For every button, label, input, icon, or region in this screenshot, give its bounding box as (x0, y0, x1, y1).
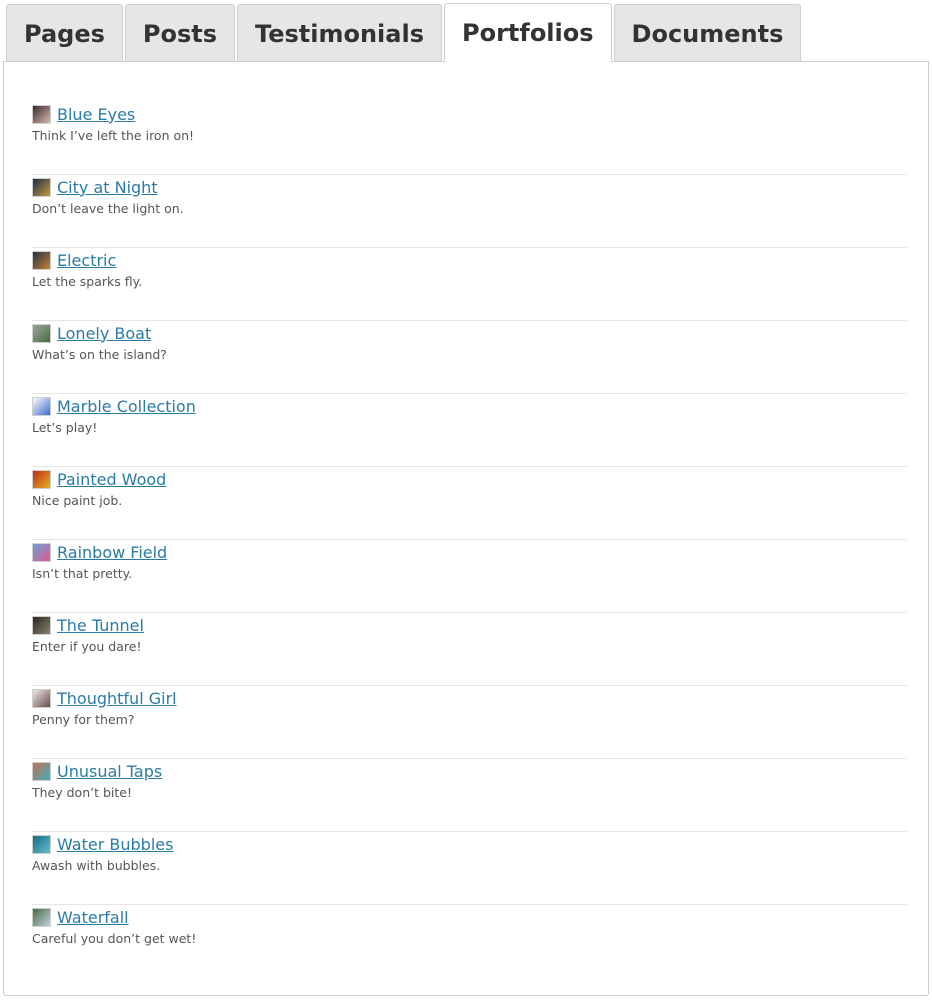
portfolio-description: Penny for them? (32, 712, 135, 727)
list-item-header: Rainbow Field (32, 541, 167, 563)
tab-panel-portfolios: Blue Eyes Think I’ve left the iron on! Cit… (3, 61, 929, 996)
waterfall-thumbnail[interactable] (32, 907, 51, 927)
list-item: Blue Eyes Think I’ve left the iron on! (32, 103, 907, 175)
list-item-header: The Tunnel (32, 614, 144, 636)
list-item: City at Night Don’t leave the light on. (32, 176, 907, 248)
portfolio-description: They don’t bite! (32, 785, 132, 800)
list-item-header: Marble Collection (32, 395, 196, 417)
tab-bar: Pages Posts Testimonials Portfolios Docu… (6, 3, 802, 62)
tab-pages[interactable]: Pages (6, 4, 123, 62)
portfolio-title-link[interactable]: Rainbow Field (57, 543, 167, 562)
list-item: Waterfall Careful you don’t get wet! (32, 906, 907, 978)
list-item: Marble Collection Let’s play! (32, 395, 907, 467)
portfolio-description: Awash with bubbles. (32, 858, 161, 873)
blue-eyes-thumbnail[interactable] (32, 104, 51, 124)
list-item: Painted Wood Nice paint job. (32, 468, 907, 540)
rainbow-field-thumbnail[interactable] (32, 542, 51, 562)
list-item: Rainbow Field Isn’t that pretty. (32, 541, 907, 613)
portfolio-title-link[interactable]: The Tunnel (57, 616, 144, 635)
water-bubbles-thumbnail[interactable] (32, 834, 51, 854)
list-item: The Tunnel Enter if you dare! (32, 614, 907, 686)
portfolio-description: Nice paint job. (32, 493, 123, 508)
list-item-header: Painted Wood (32, 468, 166, 490)
portfolio-title-link[interactable]: Lonely Boat (57, 324, 151, 343)
list-item-header: Blue Eyes (32, 103, 135, 125)
list-item: Electric Let the sparks fly. (32, 249, 907, 321)
tab-documents[interactable]: Documents (613, 4, 802, 62)
electric-thumbnail[interactable] (32, 250, 51, 270)
portfolio-title-link[interactable]: Unusual Taps (57, 762, 162, 781)
portfolio-title-link[interactable]: Thoughtful Girl (57, 689, 177, 708)
portfolio-description: Think I’ve left the iron on! (32, 128, 195, 143)
portfolio-description: Enter if you dare! (32, 639, 142, 654)
portfolio-description: Careful you don’t get wet! (32, 931, 197, 946)
list-item-header: Waterfall (32, 906, 129, 928)
portfolio-title-link[interactable]: Water Bubbles (57, 835, 173, 854)
list-item: Thoughtful Girl Penny for them? (32, 687, 907, 759)
portfolio-description: Let the sparks fly. (32, 274, 143, 289)
tab-posts[interactable]: Posts (124, 4, 236, 62)
portfolio-description: Don’t leave the light on. (32, 201, 184, 216)
portfolio-title-link[interactable]: Painted Wood (57, 470, 166, 489)
list-item: Water Bubbles Awash with bubbles. (32, 833, 907, 905)
portfolio-description: What’s on the island? (32, 347, 167, 362)
unusual-taps-thumbnail[interactable] (32, 761, 51, 781)
list-item-header: City at Night (32, 176, 158, 198)
portfolio-description: Isn’t that pretty. (32, 566, 133, 581)
the-tunnel-thumbnail[interactable] (32, 615, 51, 635)
portfolio-title-link[interactable]: City at Night (57, 178, 158, 197)
thoughtful-girl-thumbnail[interactable] (32, 688, 51, 708)
portfolio-description: Let’s play! (32, 420, 98, 435)
tab-testimonials[interactable]: Testimonials (237, 4, 442, 62)
list-item-header: Thoughtful Girl (32, 687, 177, 709)
portfolio-title-link[interactable]: Waterfall (57, 908, 129, 927)
list-item: Unusual Taps They don’t bite! (32, 760, 907, 832)
marble-collection-thumbnail[interactable] (32, 396, 51, 416)
portfolio-title-link[interactable]: Blue Eyes (57, 105, 135, 124)
city-at-night-thumbnail[interactable] (32, 177, 51, 197)
list-item-header: Water Bubbles (32, 833, 173, 855)
portfolio-title-link[interactable]: Marble Collection (57, 397, 196, 416)
list-item: Lonely Boat What’s on the island? (32, 322, 907, 394)
lonely-boat-thumbnail[interactable] (32, 323, 51, 343)
list-item-header: Lonely Boat (32, 322, 151, 344)
portfolio-title-link[interactable]: Electric (57, 251, 116, 270)
painted-wood-thumbnail[interactable] (32, 469, 51, 489)
portfolio-list: Blue Eyes Think I’ve left the iron on! Cit… (32, 103, 907, 978)
tab-portfolios[interactable]: Portfolios (443, 3, 612, 62)
list-item-header: Electric (32, 249, 116, 271)
list-item-header: Unusual Taps (32, 760, 162, 782)
